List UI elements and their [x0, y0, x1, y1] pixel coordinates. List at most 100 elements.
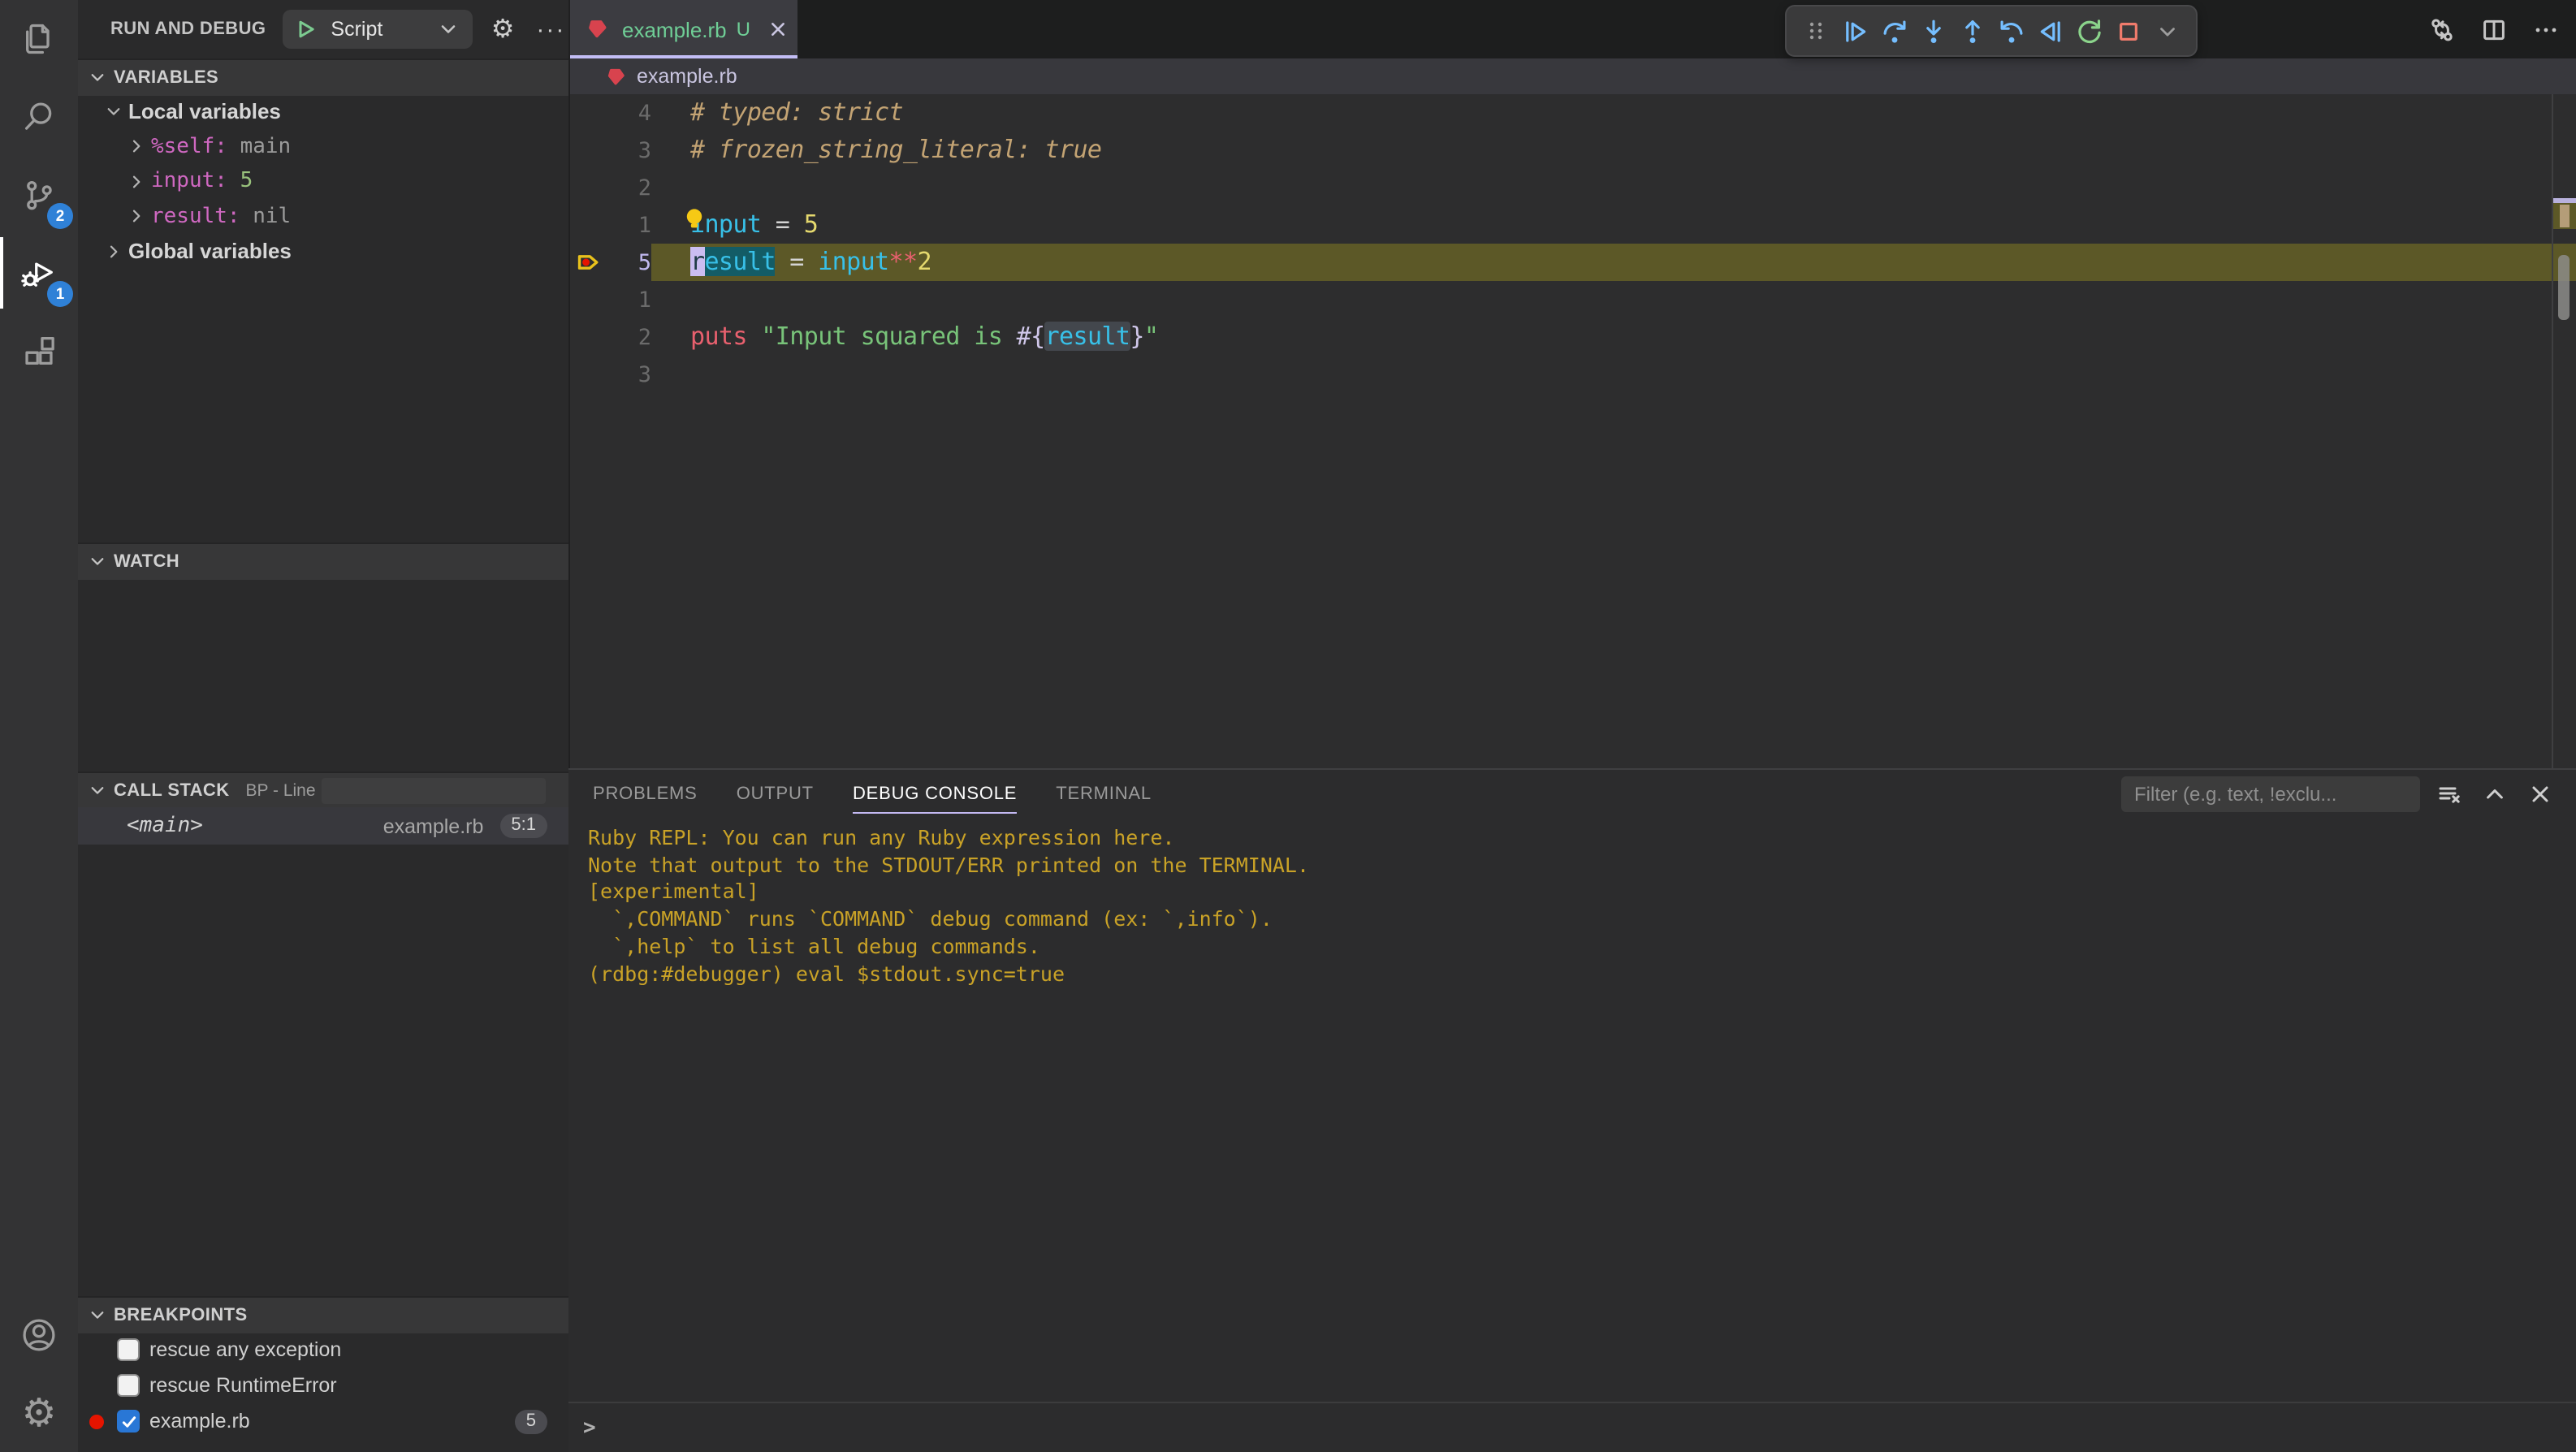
- code-action-lightbulb-icon[interactable]: [684, 208, 705, 231]
- code-line-2[interactable]: 2: [570, 169, 2576, 206]
- breakpoint-row[interactable]: rescue RuntimeError: [78, 1368, 568, 1403]
- activity-item-explorer[interactable]: [0, 0, 78, 78]
- line-number: 3: [638, 361, 651, 387]
- gutter[interactable]: [570, 206, 606, 244]
- code-line-content[interactable]: puts "Input squared is #{result}": [651, 318, 2576, 356]
- variable-row-input[interactable]: input: 5: [78, 164, 568, 199]
- tree-item-local-variables[interactable]: Local variables: [78, 94, 568, 129]
- debug-console-input-row[interactable]: >: [568, 1402, 2576, 1452]
- variable-row-result[interactable]: result: nil: [78, 199, 568, 234]
- code-line-1[interactable]: 1 input = 5: [570, 206, 2576, 244]
- code-line-content[interactable]: # typed: strict: [651, 94, 2576, 132]
- step-into-icon[interactable]: [1913, 11, 1952, 50]
- views-more-actions-button[interactable]: ···: [534, 11, 568, 47]
- code-token: 2: [917, 247, 931, 276]
- checkbox-checked[interactable]: [117, 1410, 140, 1433]
- activity-item-extensions[interactable]: [0, 312, 78, 390]
- gutter[interactable]: [570, 132, 606, 169]
- split-editor-icon[interactable]: [2475, 11, 2511, 47]
- tab-close-icon[interactable]: [767, 18, 789, 41]
- breakpoint-row[interactable]: rescue any exception: [78, 1332, 568, 1368]
- account-icon: [19, 1316, 58, 1355]
- debug-console-output[interactable]: Ruby REPL: You can run any Ruby expressi…: [588, 825, 2560, 1400]
- close-panel-icon[interactable]: [2524, 778, 2557, 810]
- overview-modified-mark: [2560, 205, 2570, 227]
- gutter[interactable]: [570, 356, 606, 393]
- code-line-content[interactable]: input = 5: [651, 206, 2576, 244]
- chevron-down-icon[interactable]: [436, 18, 459, 41]
- start-debug-icon[interactable]: [292, 16, 318, 42]
- stop-icon[interactable]: [2108, 11, 2147, 50]
- code-line-4[interactable]: 4 # typed: strict: [570, 94, 2576, 132]
- sidebar-title: RUN AND DEBUG: [110, 19, 266, 39]
- panel-tab-debug-console[interactable]: DEBUG CONSOLE: [852, 770, 1018, 819]
- code-line-content[interactable]: # frozen_string_literal: true: [651, 132, 2576, 169]
- code-token: #{: [1016, 322, 1046, 351]
- overview-ruler[interactable]: [2552, 94, 2576, 768]
- chevron-down-icon: [88, 781, 107, 801]
- breadcrumb[interactable]: example.rb: [570, 58, 2576, 94]
- call-stack-note: BP - Line: [245, 781, 316, 801]
- tab-example-rb[interactable]: example.rb U: [570, 0, 797, 58]
- activity-badge: 2: [47, 203, 73, 229]
- variable-name: input:: [151, 169, 240, 194]
- variable-row-%self[interactable]: %self: main: [78, 129, 568, 164]
- activity-item-source-control[interactable]: 2: [0, 156, 78, 234]
- sidebar-header: RUN AND DEBUG Script ⚙ ···: [78, 0, 568, 58]
- code-line-3[interactable]: 3: [570, 356, 2576, 393]
- launch-config-dropdown[interactable]: Script: [282, 10, 473, 49]
- activity-bar-bottom: ⚙: [0, 1296, 78, 1452]
- code-line-content[interactable]: [651, 281, 2576, 318]
- breadcrumb-file[interactable]: example.rb: [637, 65, 737, 88]
- call-stack-section-header[interactable]: CALL STACK BP - Line: [78, 771, 568, 809]
- step-back-icon[interactable]: [1991, 11, 2030, 50]
- maximize-panel-icon[interactable]: [2479, 778, 2511, 810]
- call-stack-frame-main[interactable]: <main> example.rb 5:1: [78, 807, 568, 845]
- activity-item-run-and-debug[interactable]: 1: [0, 234, 78, 312]
- code-line-2[interactable]: 2 puts "Input squared is #{result}": [570, 318, 2576, 356]
- activity-item-settings[interactable]: ⚙: [0, 1374, 78, 1452]
- gutter[interactable]: [570, 169, 606, 206]
- gutter[interactable]: [570, 281, 606, 318]
- code-line-content[interactable]: result = input**2: [651, 244, 2576, 281]
- activity-item-accounts[interactable]: [0, 1296, 78, 1374]
- variables-section-header[interactable]: VARIABLES: [78, 58, 568, 96]
- global-variables-label: Global variables: [128, 239, 292, 264]
- console-filter-input[interactable]: [2121, 776, 2420, 812]
- panel-tab-problems[interactable]: PROBLEMS: [593, 770, 698, 819]
- code-line-1[interactable]: 1: [570, 281, 2576, 318]
- code-line-content[interactable]: [651, 356, 2576, 393]
- code-editor[interactable]: 4 # typed: strict 3 # frozen_string_literal…: [570, 94, 2576, 768]
- code-line-3[interactable]: 3 # frozen_string_literal: true: [570, 132, 2576, 169]
- open-changes-icon[interactable]: [2423, 11, 2459, 47]
- clear-console-icon[interactable]: [2433, 778, 2466, 810]
- drag-gripper-icon[interactable]: [1796, 11, 1835, 50]
- breakpoint-row[interactable]: example.rb 5: [78, 1403, 568, 1439]
- step-over-icon[interactable]: [1874, 11, 1913, 50]
- restart-icon[interactable]: [2069, 11, 2108, 50]
- scrollbar-thumb[interactable]: [2558, 255, 2570, 320]
- step-out-icon[interactable]: [1952, 11, 1991, 50]
- gutter[interactable]: [570, 94, 606, 132]
- more-actions-icon[interactable]: [2527, 11, 2563, 47]
- checkbox-unchecked[interactable]: [117, 1374, 140, 1397]
- tree-item-global-variables[interactable]: Global variables: [78, 234, 568, 269]
- watch-section-header[interactable]: WATCH: [78, 542, 568, 580]
- activity-item-search[interactable]: [0, 78, 78, 156]
- chevron-right-icon: [127, 207, 146, 227]
- panel-tab-terminal[interactable]: TERMINAL: [1056, 770, 1152, 819]
- debug-settings-button[interactable]: ⚙: [485, 11, 520, 47]
- continue-icon[interactable]: [1835, 11, 1874, 50]
- breakpoint-dot-icon: [89, 1414, 104, 1428]
- code-line-5-current[interactable]: 5 result = input**2: [570, 244, 2576, 281]
- code-line-content[interactable]: [651, 169, 2576, 206]
- checkbox-unchecked[interactable]: [117, 1338, 140, 1361]
- toolbar-dropdown-icon[interactable]: [2147, 11, 2186, 50]
- line-number: 1: [638, 212, 651, 238]
- breakpoints-section-header[interactable]: BREAKPOINTS: [78, 1296, 568, 1333]
- breakpoint-current-line-icon[interactable]: [570, 244, 606, 281]
- breakpoint-label: rescue any exception: [149, 1338, 342, 1361]
- gutter[interactable]: [570, 318, 606, 356]
- panel-tab-output[interactable]: OUTPUT: [737, 770, 814, 819]
- reverse-continue-icon[interactable]: [2030, 11, 2069, 50]
